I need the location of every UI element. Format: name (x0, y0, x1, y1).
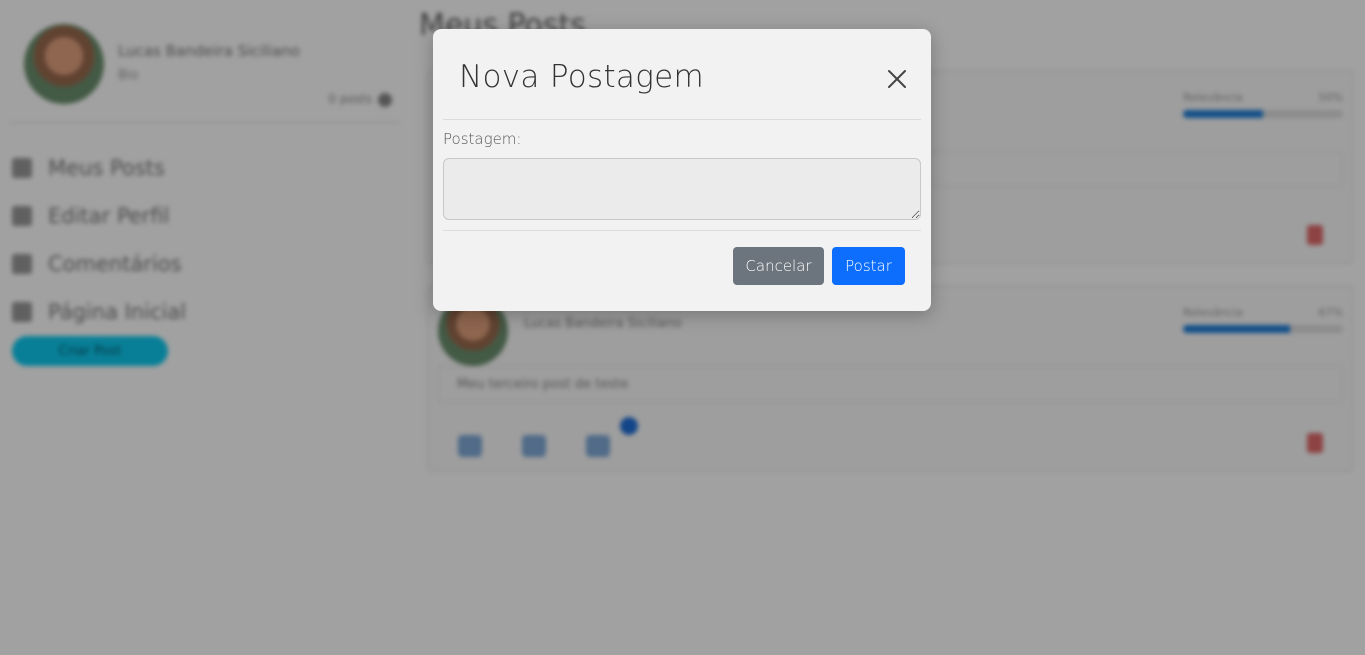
new-post-modal: Nova Postagem Postagem: Cancelar Postar (433, 29, 931, 311)
modal-footer-divider (443, 230, 921, 231)
modal-header-divider (443, 119, 921, 120)
postagem-label: Postagem: (443, 130, 522, 148)
cancel-button[interactable]: Cancelar (733, 247, 824, 285)
modal-title: Nova Postagem (459, 59, 704, 95)
close-button[interactable] (881, 63, 913, 95)
post-button[interactable]: Postar (832, 247, 905, 285)
close-icon (888, 70, 906, 88)
postagem-textarea[interactable] (443, 158, 921, 220)
